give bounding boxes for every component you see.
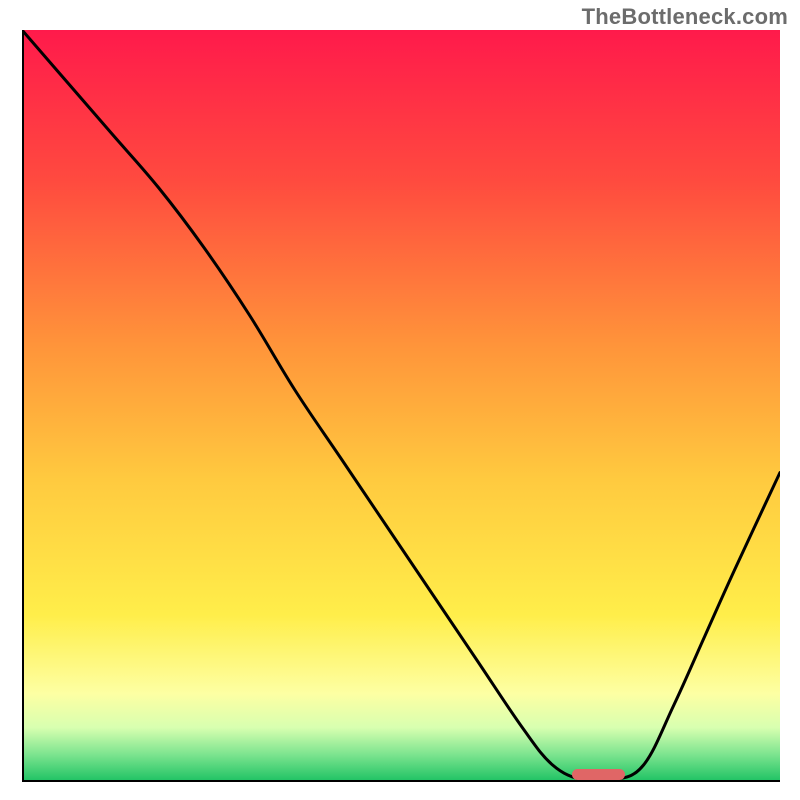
background-gradient [22, 30, 780, 780]
y-axis [22, 30, 24, 782]
optimal-range-marker [572, 769, 625, 780]
x-axis [22, 780, 780, 782]
chart-stage: TheBottleneck.com [0, 0, 800, 800]
plot-area [22, 30, 780, 780]
watermark-text: TheBottleneck.com [582, 4, 788, 30]
